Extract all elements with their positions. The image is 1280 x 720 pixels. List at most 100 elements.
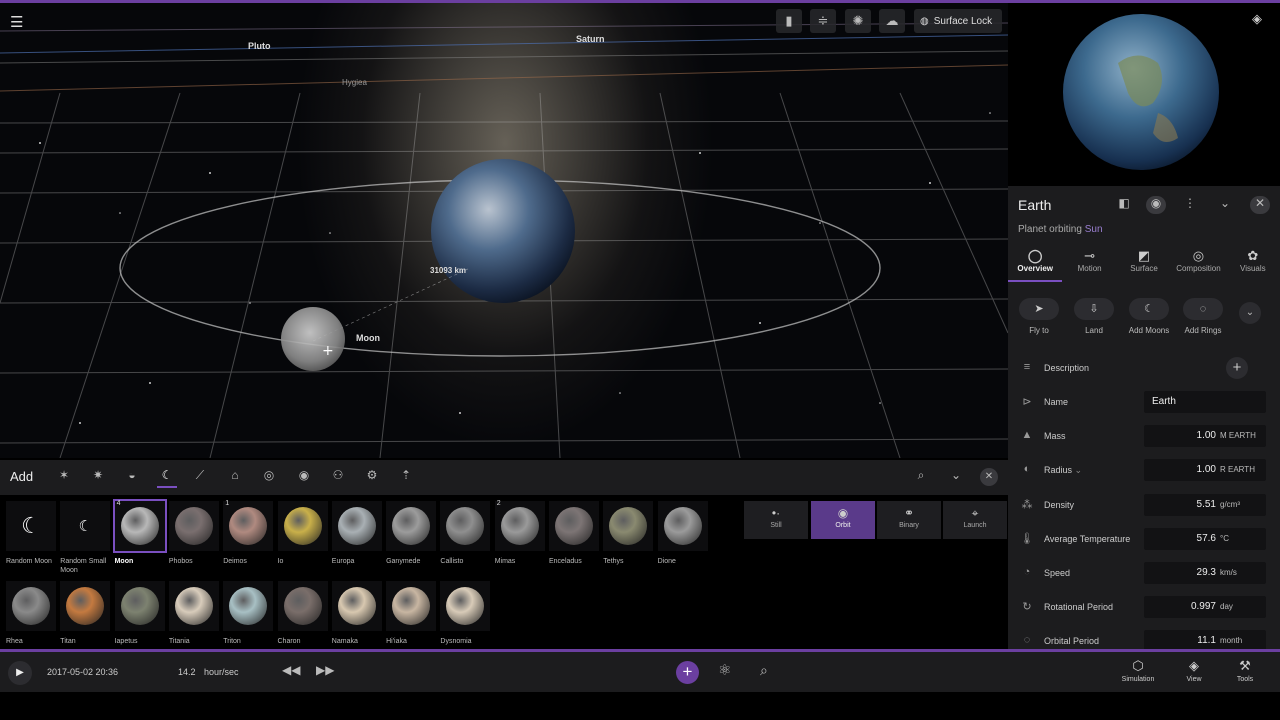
action-label: Add Moons bbox=[1128, 326, 1170, 335]
more-actions-icon[interactable]: ⌄ bbox=[1239, 302, 1261, 324]
add-description-button[interactable]: + bbox=[1226, 357, 1248, 379]
name-field[interactable]: Earth bbox=[1144, 391, 1266, 413]
moon-label[interactable]: Moon bbox=[356, 333, 380, 343]
object-thumbnail bbox=[6, 581, 56, 631]
main-menu-icon[interactable]: ☰ bbox=[10, 13, 23, 31]
land-button[interactable]: ⇩ Land bbox=[1072, 298, 1116, 335]
category-eye-icon[interactable]: ◉ bbox=[294, 468, 314, 488]
tab-motion[interactable]: ⊸ Motion bbox=[1062, 246, 1116, 282]
orbital-period-field[interactable]: 11.1 month bbox=[1144, 630, 1266, 649]
object-item[interactable]: 1 Deimos bbox=[223, 500, 275, 577]
time-speed-value[interactable]: 14.2 bbox=[178, 667, 196, 677]
search-icon[interactable]: ⌕ bbox=[911, 468, 931, 488]
mode-orbit-button[interactable]: ◉ Orbit bbox=[811, 501, 875, 539]
fast-forward-icon[interactable]: ▶▶ bbox=[316, 663, 334, 677]
simulation-datetime[interactable]: 2017-05-02 20:36 bbox=[47, 667, 118, 677]
object-item[interactable]: Titania bbox=[168, 581, 221, 657]
density-field[interactable]: 5.51 g/cm³ bbox=[1144, 494, 1266, 516]
object-sphere bbox=[446, 587, 485, 625]
thermometer-icon: 🌡 bbox=[1020, 533, 1034, 545]
gravity-icon[interactable]: ✺ bbox=[845, 9, 871, 33]
rotational-period-field[interactable]: 0.997 day bbox=[1144, 596, 1266, 618]
object-item[interactable]: Dione bbox=[657, 501, 710, 577]
add-object-button[interactable]: + bbox=[676, 661, 699, 684]
tab-visuals[interactable]: ✿ Visuals bbox=[1226, 246, 1280, 282]
object-item[interactable]: Dysnomia bbox=[440, 581, 492, 657]
category-people-icon[interactable]: ⚇ bbox=[328, 468, 348, 488]
mass-field[interactable]: 1.00 M EARTH bbox=[1144, 425, 1266, 447]
parent-link[interactable]: Sun bbox=[1085, 224, 1103, 235]
fly-to-button[interactable]: ➤ Fly to bbox=[1017, 298, 1061, 335]
sliders-icon[interactable]: ≑ bbox=[810, 9, 836, 33]
object-item[interactable]: Titan bbox=[60, 581, 112, 657]
object-item[interactable]: ☾ Random Small Moon bbox=[60, 501, 112, 577]
property-row-speed: ◔ Speed 29.3 km/s bbox=[1008, 557, 1280, 591]
add-rings-button[interactable]: ◌ Add Rings bbox=[1181, 298, 1225, 335]
object-item[interactable]: Io bbox=[277, 501, 330, 577]
chevron-down-icon[interactable]: ⌄ bbox=[1215, 196, 1235, 214]
object-item[interactable]: Iapetus bbox=[114, 581, 167, 657]
object-item[interactable]: Ganymede bbox=[386, 501, 438, 577]
cloud-icon[interactable]: ☁ bbox=[879, 9, 905, 33]
object-name: Enceladus bbox=[549, 558, 582, 565]
more-vertical-icon[interactable]: ⋮ bbox=[1180, 196, 1200, 214]
category-upload-icon[interactable]: ⇡ bbox=[396, 468, 416, 488]
object-item[interactable]: Charon bbox=[277, 581, 330, 657]
sidebar-toggle-icon[interactable]: ◧ bbox=[1114, 196, 1134, 214]
temperature-field[interactable]: 57.6 °C bbox=[1144, 528, 1266, 550]
radius-field[interactable]: 1.00 R EARTH bbox=[1144, 459, 1266, 481]
category-moon-icon[interactable]: ☾ bbox=[157, 468, 177, 488]
eye-icon[interactable]: ◉ bbox=[1146, 196, 1166, 214]
category-spacecraft-icon[interactable]: ⌂ bbox=[225, 468, 245, 488]
object-item[interactable]: Namaka bbox=[331, 581, 384, 657]
category-galaxy-icon[interactable]: ◎ bbox=[259, 468, 279, 488]
flashlight-icon[interactable]: ▮ bbox=[776, 9, 802, 33]
surface-lock-button[interactable]: ◍ Surface Lock bbox=[914, 9, 1002, 33]
speed-field[interactable]: 29.3 km/s bbox=[1144, 562, 1266, 584]
property-unit: g/cm³ bbox=[1220, 500, 1240, 509]
search-icon[interactable]: ⌕ bbox=[760, 662, 768, 679]
hygiea-label[interactable]: Hygiea bbox=[342, 78, 367, 87]
mode-binary-button[interactable]: ⚭ Binary bbox=[877, 501, 941, 539]
space-viewport[interactable]: + ☰ Pluto Saturn Hygiea Moon 31093 km ▮ … bbox=[0, 3, 1008, 458]
play-button[interactable]: ▶ bbox=[8, 661, 32, 685]
rewind-icon[interactable]: ◀◀ bbox=[282, 663, 300, 677]
close-add-icon[interactable]: ✕ bbox=[980, 468, 998, 486]
add-moons-button[interactable]: ☾ Add Moons bbox=[1126, 298, 1172, 335]
object-name: Moon bbox=[114, 558, 134, 565]
object-item[interactable]: Tethys bbox=[603, 501, 655, 577]
pluto-label[interactable]: Pluto bbox=[248, 41, 271, 51]
tab-overview[interactable]: ◯ Overview bbox=[1008, 246, 1063, 282]
close-icon[interactable]: ✕ bbox=[1250, 196, 1270, 214]
category-comet-icon[interactable]: ⟋ bbox=[190, 468, 210, 488]
object-item[interactable]: Phobos bbox=[168, 501, 221, 577]
object-item[interactable]: 2 Mimas bbox=[494, 500, 547, 577]
tab-composition[interactable]: ◎ Composition bbox=[1171, 246, 1225, 282]
category-settings-icon[interactable]: ⚙ bbox=[362, 468, 382, 488]
tab-surface[interactable]: ◩ Surface bbox=[1117, 246, 1171, 282]
tools-menu[interactable]: ⚒ Tools bbox=[1223, 658, 1267, 683]
object-name: Titan bbox=[60, 638, 76, 645]
view-menu[interactable]: ◈ View bbox=[1172, 658, 1216, 683]
radius-dropdown-icon[interactable]: ⌄ bbox=[1075, 465, 1083, 475]
object-item[interactable]: Triton bbox=[223, 581, 275, 657]
category-random-icon[interactable]: ✶ bbox=[54, 468, 74, 488]
layers-icon[interactable]: ◈ bbox=[1252, 11, 1262, 27]
network-icon[interactable]: ⚛ bbox=[718, 661, 731, 679]
property-row-mass: ▲ Mass 1.00 M EARTH bbox=[1008, 420, 1280, 454]
object-item[interactable]: Enceladus bbox=[549, 501, 601, 577]
saturn-label[interactable]: Saturn bbox=[576, 34, 605, 44]
object-item[interactable]: 4 Moon bbox=[112, 499, 167, 577]
category-planet-icon[interactable]: ◒ bbox=[122, 468, 142, 488]
object-item[interactable]: Callisto bbox=[440, 501, 492, 577]
mode-still-button[interactable]: •· Still bbox=[744, 501, 808, 539]
object-item[interactable]: Rhea bbox=[6, 581, 58, 657]
object-item[interactable]: Europa bbox=[331, 501, 384, 577]
object-item[interactable]: Hi'iaka bbox=[386, 581, 438, 657]
object-item[interactable]: ☾ Random Moon bbox=[6, 501, 58, 577]
category-star-icon[interactable]: ✷ bbox=[88, 468, 108, 488]
surface-lock-icon: ◍ bbox=[920, 15, 929, 27]
mode-launch-button[interactable]: ⌖ Launch bbox=[943, 501, 1007, 539]
simulation-menu[interactable]: ⬡ Simulation bbox=[1116, 658, 1160, 683]
chevron-down-icon[interactable]: ⌄ bbox=[946, 468, 966, 488]
